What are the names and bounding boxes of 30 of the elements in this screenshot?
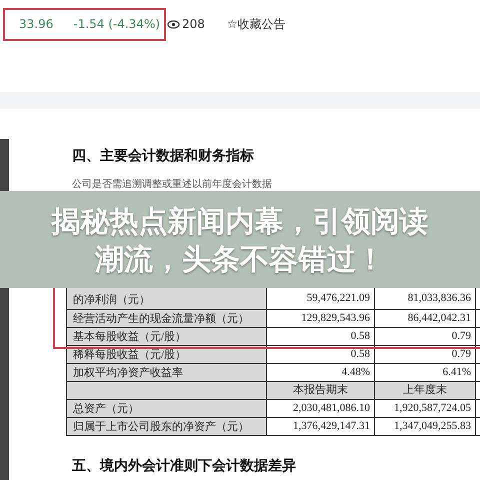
view-count: 208 (182, 16, 205, 33)
table-cell: 的净利润（元） (67, 288, 267, 309)
price-change: -1.54 (-4.34%) (73, 16, 160, 33)
table-cell: 0.79 (375, 328, 476, 345)
table-cell: 经营活动产生的现金流量净额（元） (67, 310, 267, 327)
table-cell: 总资产（元） (67, 400, 267, 417)
table-cell: 1,376,429,147.31 (267, 418, 375, 435)
table-cell: 6.41% (375, 364, 476, 381)
eye-icon (167, 20, 180, 28)
table-cell: 86,442,042.31 (375, 310, 476, 327)
price: 33.96 (19, 16, 54, 33)
column-header: 上年度末 (375, 382, 476, 399)
table-cell: 4.48% (267, 364, 375, 381)
section-heading: 四、主要会计数据和财务指标 (72, 149, 255, 165)
table-cell: 基本每股收益（元/股） (67, 328, 267, 345)
table-cell: 129,829,543.96 (267, 310, 375, 327)
table-cell: 2,030,481,086.10 (267, 400, 375, 417)
table-cell: 0.58 (267, 346, 375, 363)
headline-text: 潮流，头条不容错过！ (95, 240, 385, 278)
table-cell: 加权平均净资产收益率 (67, 364, 267, 381)
table-cell: 1,347,049,255.83 (375, 418, 476, 435)
headline-text: 揭秘热点新闻内幕，引领阅读 (52, 202, 428, 240)
section-heading: 五、境内外会计准则下会计数据差异 (72, 456, 297, 476)
table-cell: 0.58 (267, 328, 375, 345)
table-cell: 0.79 (375, 346, 476, 363)
note-text: 公司是否需追溯调整或重述以前年度会计数据 (72, 179, 273, 190)
table-cell: 1,920,587,724.05 (375, 400, 476, 417)
table-cell: 归属于上市公司股东的净资产（元） (67, 418, 267, 435)
column-header: 本报告期末 (267, 382, 375, 399)
favorite-link[interactable]: ☆收藏公告 (226, 15, 286, 33)
